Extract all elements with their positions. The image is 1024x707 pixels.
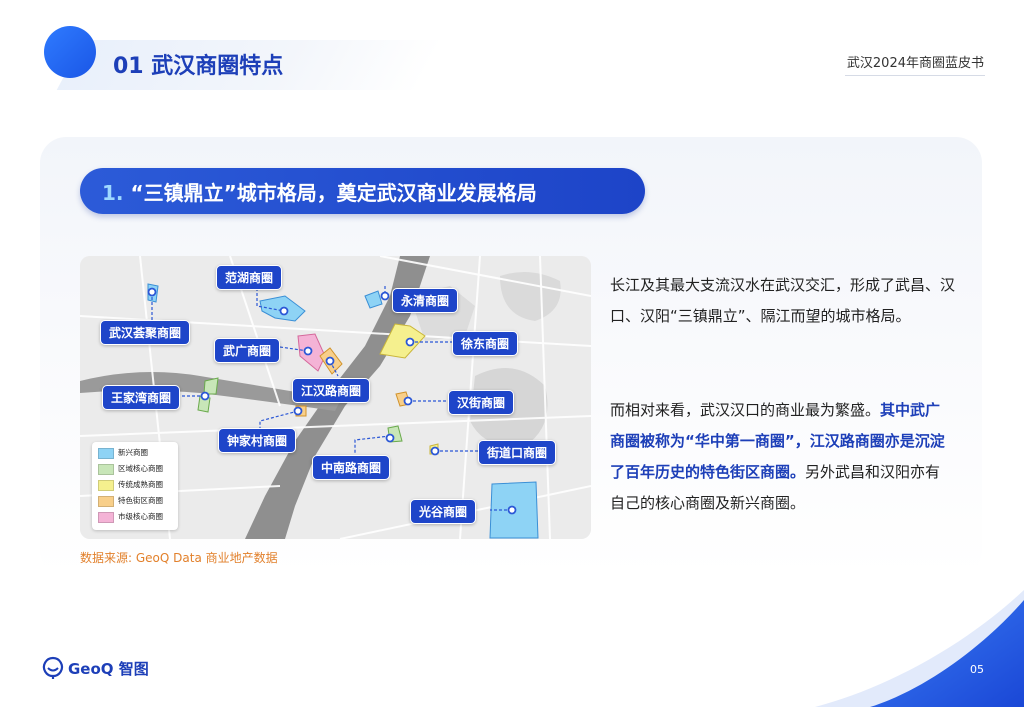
logo-text: GeoQ 智图 [68,660,149,678]
legend-item: 区域核心商圈 [98,463,163,475]
paragraph-1: 长江及其最大支流汉水在武汉交汇，形成了武昌、汉口、汉阳“三镇鼎立”、隔江而望的城… [610,276,956,325]
legend-item: 特色街区商圈 [98,495,163,507]
slide: 01 武汉商圈特点 武汉2024年商圈蓝皮书 1. “三镇鼎立”城市格局，奠定武… [0,0,1024,707]
section-number: 1. [102,181,124,205]
map-label-zhongnanlu: 中南路商圈 [312,455,391,480]
map-legend: 新兴商圈 区域核心商圈 传统成熟商圈 特色街区商圈 市级核心商圈 [92,442,178,530]
paragraph-2-intro: 而相对来看，武汉汉口的商业最为繁盛。 [610,401,881,419]
map-label-huijv: 武汉荟聚商圈 [100,320,191,345]
data-source: 数据来源: GeoQ Data 商业地产数据 [80,551,278,565]
map-label-hanjie: 汉街商圈 [448,390,515,415]
legend-swatch [98,463,114,475]
header-circle-decoration [44,26,96,78]
map-label-wuguang: 武广商圈 [214,338,281,363]
report-name: 武汉2024年商圈蓝皮书 [846,56,984,71]
map-label-fanhu: 范湖商圈 [216,265,283,290]
section-title: “三镇鼎立”城市格局，奠定武汉商业发展格局 [130,181,537,205]
legend-item: 传统成熟商圈 [98,479,163,491]
page-number: 05 [970,663,984,676]
map-label-xudong: 徐东商圈 [452,331,519,356]
map-label-yongqing: 永清商圈 [392,288,459,313]
header-divider [845,75,985,76]
page-title: 01 武汉商圈特点 [113,54,284,79]
legend-swatch [98,447,114,459]
geoq-logo: GeoQ 智图 [42,656,162,680]
map-label-guanggu: 光谷商圈 [410,499,477,524]
legend-swatch [98,479,114,491]
legend-item: 市级核心商圈 [98,511,163,523]
paragraph-2: 而相对来看，武汉汉口的商业最为繁盛。其中武广商圈被称为“华中第一商圈”，江汉路商… [610,395,955,519]
geoq-logo-icon [42,656,64,679]
legend-item: 新兴商圈 [98,447,148,459]
map-label-wangjiawan: 王家湾商圈 [102,385,181,410]
legend-swatch [98,495,114,507]
map-label-jiedaokou: 街道口商圈 [478,440,557,465]
map-label-jianghanlu: 江汉路商圈 [292,378,371,403]
map-label-zhongjiacun: 钟家村商圈 [218,428,297,453]
legend-swatch [98,511,114,523]
section-title-banner: 1. “三镇鼎立”城市格局，奠定武汉商业发展格局 [80,168,645,214]
